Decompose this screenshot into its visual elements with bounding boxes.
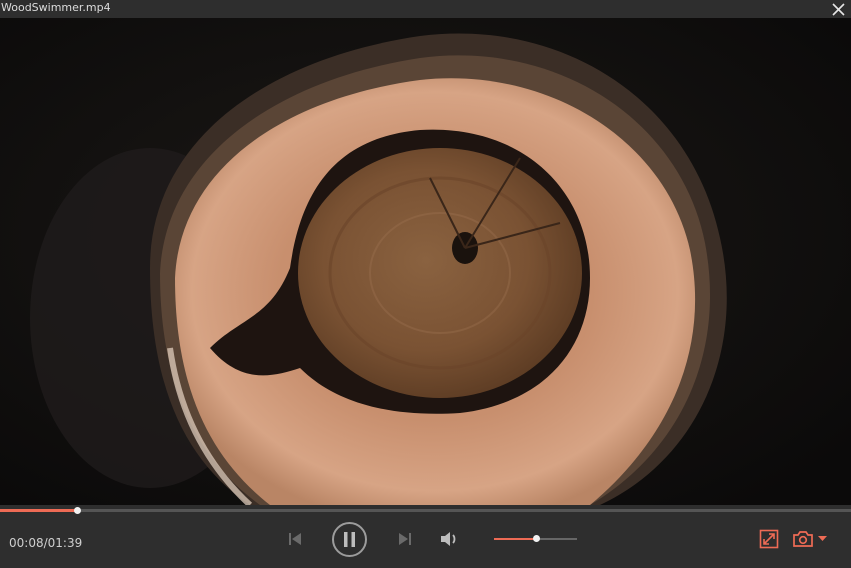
close-button[interactable] — [829, 0, 847, 18]
seek-handle[interactable] — [73, 507, 81, 514]
volume-slider[interactable] — [494, 535, 577, 542]
time-display: 00:08/01:39 — [9, 536, 83, 550]
camera-icon — [793, 531, 813, 547]
close-icon — [831, 2, 845, 16]
title-bar: WoodSwimmer.mp4 — [0, 0, 851, 18]
fullscreen-icon — [759, 529, 779, 549]
video-display[interactable] — [0, 18, 851, 505]
volume-button[interactable] — [438, 528, 460, 550]
skip-next-icon — [399, 533, 411, 545]
pause-button[interactable] — [331, 521, 368, 558]
previous-button[interactable] — [284, 529, 306, 549]
chevron-down-icon — [817, 536, 827, 541]
volume-icon — [441, 532, 456, 546]
snapshot-button[interactable] — [790, 527, 816, 551]
video-frame — [0, 18, 851, 505]
pause-icon — [332, 522, 367, 557]
window-title: WoodSwimmer.mp4 — [1, 1, 111, 14]
seek-bar[interactable] — [0, 507, 851, 514]
volume-handle[interactable] — [532, 535, 540, 542]
fullscreen-button[interactable] — [757, 527, 781, 551]
seek-progress — [0, 509, 77, 512]
player-controls: 00:08/01:39 — [0, 505, 851, 568]
volume-level — [494, 538, 536, 540]
skip-previous-icon — [289, 533, 301, 545]
next-button[interactable] — [394, 529, 416, 549]
snapshot-menu-button[interactable] — [816, 533, 828, 545]
